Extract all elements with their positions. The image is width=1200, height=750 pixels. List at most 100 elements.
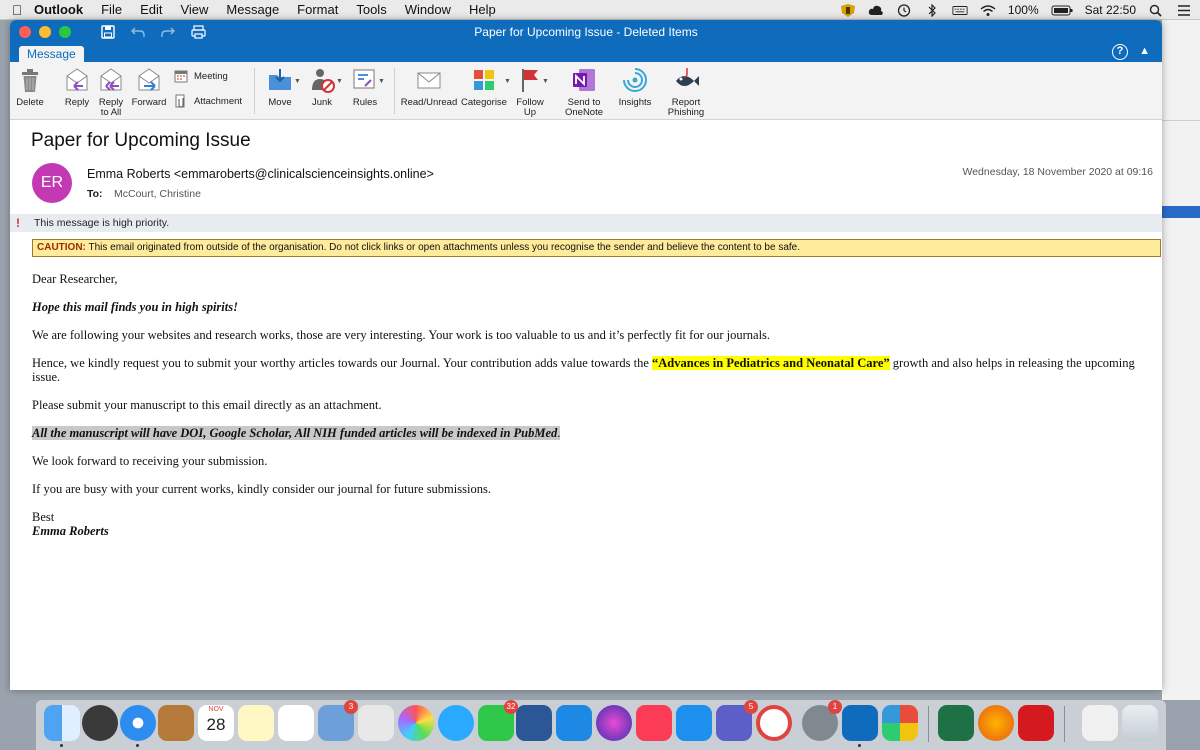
- app-store-icon[interactable]: [676, 705, 712, 741]
- recipient-name[interactable]: McCourt, Christine: [114, 188, 201, 200]
- follow-up-button[interactable]: Follow Up: [514, 66, 546, 118]
- onedrive-icon[interactable]: [556, 705, 592, 741]
- message-window: Paper for Upcoming Issue - Deleted Items…: [10, 20, 1162, 690]
- help-icon[interactable]: ?: [1112, 44, 1128, 60]
- background-selection-band: [1162, 206, 1200, 218]
- sender-avatar[interactable]: ER: [32, 163, 72, 203]
- shield-icon[interactable]: [840, 3, 856, 17]
- menu-format[interactable]: Format: [297, 2, 338, 17]
- time-machine-icon[interactable]: [896, 3, 912, 17]
- menu-view[interactable]: View: [180, 2, 208, 17]
- photos-icon[interactable]: [398, 705, 434, 741]
- calendar-app-icon[interactable]: NOV 28: [198, 705, 234, 741]
- menu-message[interactable]: Message: [226, 2, 279, 17]
- trash-bin-icon[interactable]: [1122, 705, 1158, 741]
- categorise-button[interactable]: Categorise: [460, 66, 508, 108]
- insights-icon: [623, 68, 647, 92]
- battery-icon[interactable]: [1051, 4, 1073, 17]
- collapse-ribbon-icon[interactable]: ▲: [1139, 45, 1150, 57]
- bluetooth-icon[interactable]: [924, 3, 940, 17]
- body-line-3a: Hence, we kindly request you to submit y…: [32, 356, 653, 370]
- calendar-icon: [174, 70, 188, 83]
- safari-icon[interactable]: [120, 705, 156, 741]
- delete-button[interactable]: Delete: [14, 66, 46, 108]
- finder-icon[interactable]: [44, 705, 80, 741]
- fish-hook-icon: [676, 68, 699, 86]
- keyboard-icon[interactable]: [952, 4, 968, 17]
- excel-icon[interactable]: [938, 705, 974, 741]
- send-to-onenote-button[interactable]: Send to OneNote: [560, 66, 608, 118]
- blocked-app-icon[interactable]: [756, 705, 792, 741]
- menu-edit[interactable]: Edit: [140, 2, 162, 17]
- acrobat-icon[interactable]: [1018, 705, 1054, 741]
- forward-label: Forward: [131, 97, 167, 108]
- report-phishing-button[interactable]: Report Phishing: [662, 66, 710, 118]
- cloud-icon[interactable]: [868, 4, 884, 17]
- siri-icon[interactable]: [596, 705, 632, 741]
- reply-all-icon: [100, 68, 122, 91]
- save-icon[interactable]: [101, 25, 115, 39]
- menu-app-name[interactable]: Outlook: [34, 2, 83, 17]
- messages-icon[interactable]: [438, 705, 474, 741]
- tab-message[interactable]: Message: [19, 46, 84, 63]
- high-priority-text: This message is high priority.: [34, 217, 170, 229]
- sender-address[interactable]: Emma Roberts <emmaroberts@clinicalscienc…: [87, 167, 434, 181]
- music-icon[interactable]: [636, 705, 672, 741]
- reply-all-label-2: to All: [100, 107, 122, 118]
- menu-help[interactable]: Help: [469, 2, 496, 17]
- print-icon[interactable]: [191, 25, 206, 39]
- firefox-icon[interactable]: [978, 705, 1014, 741]
- categorise-dropdown-icon[interactable]: ▼: [504, 78, 511, 85]
- undo-icon[interactable]: [131, 25, 145, 39]
- move-dropdown-icon[interactable]: ▼: [294, 78, 301, 85]
- close-window-button[interactable]: [19, 26, 31, 38]
- rules-icon: [353, 69, 375, 89]
- envelope-icon: [417, 72, 441, 89]
- launchpad-icon[interactable]: [82, 705, 118, 741]
- preview-icon[interactable]: [358, 705, 394, 741]
- contacts-icon[interactable]: [158, 705, 194, 741]
- junk-dropdown-icon[interactable]: ▼: [336, 78, 343, 85]
- control-list-icon[interactable]: [1176, 4, 1192, 17]
- ribbon-separator: [254, 68, 255, 114]
- outlook-icon[interactable]: [842, 705, 878, 741]
- read-unread-button[interactable]: Read/Unread: [400, 66, 458, 108]
- window-titlebar: Paper for Upcoming Issue - Deleted Items: [10, 20, 1162, 44]
- high-priority-icon: !: [16, 216, 20, 230]
- junk-icon: [312, 69, 335, 93]
- external-caution-banner: CAUTION: This email originated from outs…: [32, 239, 1161, 257]
- rules-label: Rules: [352, 97, 378, 108]
- attachment-button[interactable]: Attachment: [174, 94, 242, 108]
- mail-badge: 3: [344, 700, 358, 714]
- flag-icon: [522, 69, 538, 92]
- follow-up-label-2: Up: [523, 107, 537, 118]
- ribbon-tab-row: Message ? ▲: [10, 44, 1162, 63]
- menu-window[interactable]: Window: [405, 2, 451, 17]
- downloads-stack-icon[interactable]: [1082, 705, 1118, 741]
- word-icon[interactable]: [516, 705, 552, 741]
- notes-icon[interactable]: [238, 705, 274, 741]
- wifi-icon[interactable]: [980, 4, 996, 17]
- menu-tools[interactable]: Tools: [356, 2, 386, 17]
- junk-button[interactable]: Junk: [306, 66, 338, 108]
- apple-menu-icon[interactable]: : [0, 2, 34, 18]
- maximize-window-button[interactable]: [59, 26, 71, 38]
- forward-button[interactable]: Forward: [130, 66, 168, 108]
- meeting-button[interactable]: Meeting: [174, 69, 228, 83]
- menu-file[interactable]: File: [101, 2, 122, 17]
- rules-button[interactable]: Rules: [348, 66, 382, 108]
- insights-button[interactable]: Insights: [616, 66, 654, 108]
- reply-all-button[interactable]: Reply to All: [94, 66, 128, 118]
- follow-up-dropdown-icon[interactable]: ▼: [542, 78, 549, 85]
- minimize-window-button[interactable]: [39, 26, 51, 38]
- battery-percent[interactable]: 100%: [1008, 3, 1039, 17]
- reminders-icon[interactable]: [278, 705, 314, 741]
- redo-icon[interactable]: [161, 25, 175, 39]
- menubar-clock[interactable]: Sat 22:50: [1085, 3, 1136, 17]
- rules-dropdown-icon[interactable]: ▼: [378, 78, 385, 85]
- caution-text: This email originated from outside of th…: [85, 242, 801, 253]
- spotlight-icon[interactable]: [1148, 4, 1164, 17]
- office-apps-icon[interactable]: [882, 705, 918, 741]
- move-button[interactable]: Move: [262, 66, 298, 108]
- reply-button[interactable]: Reply: [60, 66, 94, 108]
